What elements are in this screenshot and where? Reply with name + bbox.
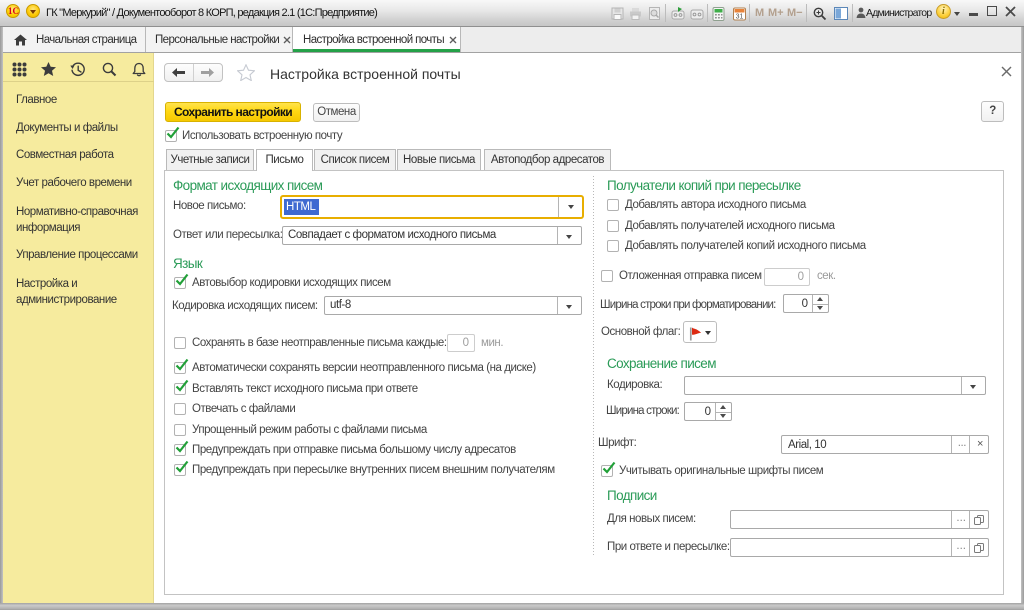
svg-text:31: 31 xyxy=(736,14,744,21)
